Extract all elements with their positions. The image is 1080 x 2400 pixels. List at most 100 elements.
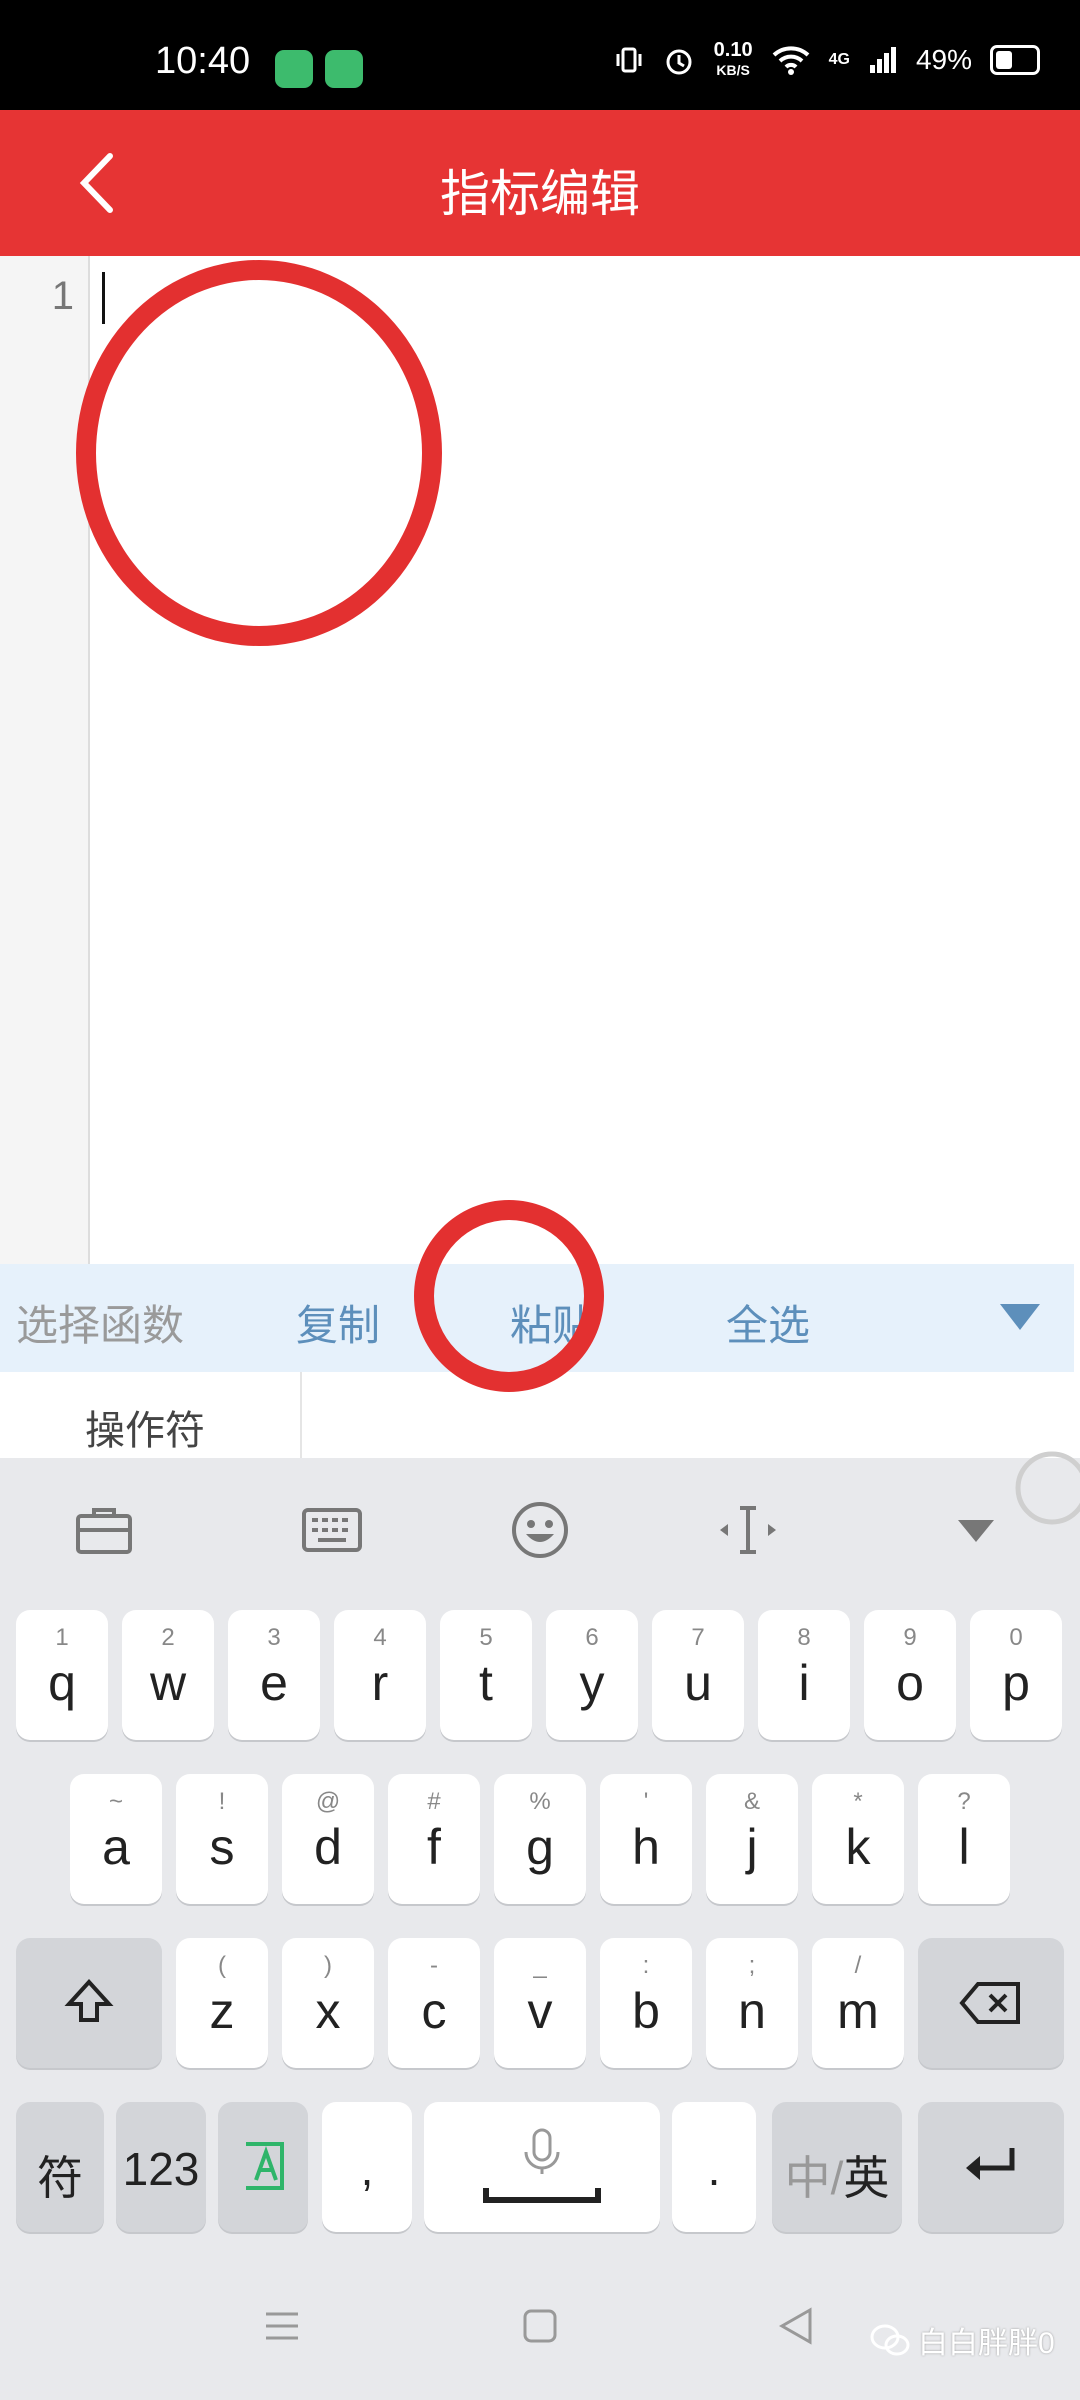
toolbox-icon[interactable] xyxy=(72,1498,136,1562)
watermark-text: 白白胖胖0 xyxy=(918,2327,1055,2360)
key-i[interactable]: 8i xyxy=(758,1610,850,1740)
key-x[interactable]: ) x xyxy=(282,1938,374,2068)
key-label: 123 xyxy=(122,2143,200,2195)
backspace-icon xyxy=(959,1982,1020,2024)
key-label: c xyxy=(421,1983,447,2039)
backspace-key[interactable] xyxy=(918,1938,1064,2068)
network-speed: 0.10 KB/S xyxy=(714,40,753,80)
key-a[interactable]: ~ a xyxy=(70,1774,162,1904)
key-label: , xyxy=(360,2143,374,2195)
key-p[interactable]: 0p xyxy=(970,1610,1062,1740)
key-label: t xyxy=(479,1655,493,1711)
key-secondary: 0 xyxy=(1009,1624,1023,1651)
lang-en: 英 xyxy=(843,2152,890,2204)
collapse-keyboard-icon[interactable] xyxy=(944,1498,1008,1562)
app-notification-icon xyxy=(275,50,313,88)
key-secondary: ( xyxy=(218,1952,226,1979)
key-label: x xyxy=(315,1983,341,2039)
key-n[interactable]: ; n xyxy=(706,1938,798,2068)
emoji-icon[interactable] xyxy=(508,1498,572,1562)
key-label: 符 xyxy=(37,2152,83,2204)
select-function-button[interactable]: 选择函数 xyxy=(16,1292,184,1353)
shift-key[interactable] xyxy=(16,1938,162,2068)
operator-tab[interactable]: 操作符 xyxy=(85,1398,205,1456)
key-h[interactable]: ' h xyxy=(600,1774,692,1904)
copy-button[interactable]: 复制 xyxy=(296,1292,380,1353)
ime-logo-icon xyxy=(1015,1451,1080,1525)
key-secondary: 2 xyxy=(161,1624,175,1651)
back-nav-icon[interactable] xyxy=(774,2304,818,2348)
cursor-move-icon[interactable] xyxy=(716,1498,780,1562)
key-m[interactable]: / m xyxy=(812,1938,904,2068)
key-u[interactable]: 7u xyxy=(652,1610,744,1740)
network-type: 4G xyxy=(828,51,850,68)
key-label: b xyxy=(632,1983,660,2039)
key-label: h xyxy=(632,1819,660,1875)
key-t[interactable]: 5t xyxy=(440,1610,532,1740)
key-secondary: & xyxy=(743,1788,760,1815)
key-w[interactable]: 2w xyxy=(122,1610,214,1740)
key-q[interactable]: 1q xyxy=(16,1610,108,1740)
key-label: k xyxy=(845,1819,871,1875)
key-secondary: ' xyxy=(643,1788,649,1815)
enter-key[interactable] xyxy=(918,2102,1064,2232)
key-label: g xyxy=(526,1819,554,1875)
soft-keyboard: 1 q 2 w 3 e 4 r 5 t 6 y 7 u 8 i 9 o 0 p ~ a! s @ d # f% g ' h & j * k? l(z… xyxy=(0,1451,1080,2330)
symbol-key[interactable]: 符 xyxy=(16,2102,104,2232)
key-secondary: ? xyxy=(957,1788,971,1815)
key-secondary: / xyxy=(854,1952,862,1979)
key-label: o xyxy=(896,1655,924,1711)
key-e[interactable]: 3e xyxy=(228,1610,320,1740)
menu-nav-icon[interactable] xyxy=(262,2306,302,2346)
comma-key[interactable]: , xyxy=(322,2102,412,2232)
key-secondary: ! xyxy=(218,1788,226,1815)
period-key[interactable]: . xyxy=(672,2102,756,2232)
key-v[interactable]: _ v xyxy=(494,1938,586,2068)
key-s[interactable]: ! s xyxy=(176,1774,268,1904)
numbers-key[interactable]: 123 xyxy=(116,2102,206,2232)
annotation-circle-editor xyxy=(76,260,442,646)
speed-value: 0.10 xyxy=(713,39,753,61)
keyboard-icon[interactable] xyxy=(300,1498,364,1562)
signal-icon xyxy=(869,47,896,73)
key-c[interactable]: -c xyxy=(388,1938,480,2068)
key-secondary: 3 xyxy=(267,1624,281,1651)
key-label: a xyxy=(102,1819,130,1875)
key-l[interactable]: ? l xyxy=(918,1774,1010,1904)
home-nav-icon[interactable] xyxy=(520,2306,560,2346)
key-label: n xyxy=(738,1983,766,2039)
status-time: 10:40 xyxy=(155,40,251,82)
handwriting-icon xyxy=(246,2142,284,2190)
lang-sep: / xyxy=(830,2152,844,2204)
space-key[interactable] xyxy=(424,2102,660,2232)
key-j[interactable]: & j xyxy=(706,1774,798,1904)
wechat-icon xyxy=(870,2324,910,2356)
key-secondary: 8 xyxy=(797,1624,811,1651)
expand-arrow-icon[interactable] xyxy=(1000,1304,1040,1330)
key-secondary: ) xyxy=(324,1952,332,1979)
key-k[interactable]: * k xyxy=(812,1774,904,1904)
key-y[interactable]: 6y xyxy=(546,1610,638,1740)
key-r[interactable]: 4r xyxy=(334,1610,426,1740)
key-secondary: _ xyxy=(533,1952,547,1979)
select-all-button[interactable]: 全选 xyxy=(726,1292,810,1353)
key-label: v xyxy=(527,1983,553,2039)
key-label: s xyxy=(209,1819,235,1875)
key-label: u xyxy=(684,1655,712,1711)
key-b[interactable]: :b xyxy=(600,1938,692,2068)
key-z[interactable]: (z xyxy=(176,1938,268,2068)
key-f[interactable]: # f xyxy=(388,1774,480,1904)
key-label: l xyxy=(958,1819,970,1875)
alarm-icon xyxy=(666,49,692,75)
key-secondary: 6 xyxy=(585,1624,599,1651)
key-label: e xyxy=(260,1655,288,1711)
line-number-gutter: 1 xyxy=(0,256,90,1264)
key-o[interactable]: 9o xyxy=(864,1610,956,1740)
key-g[interactable]: % g xyxy=(494,1774,586,1904)
key-d[interactable]: @ d xyxy=(282,1774,374,1904)
language-key[interactable]: 中/英 xyxy=(772,2102,902,2232)
handwriting-key[interactable] xyxy=(218,2102,308,2232)
shift-icon xyxy=(64,1979,114,2022)
key-label: d xyxy=(314,1819,342,1875)
vibrate-icon xyxy=(616,47,642,73)
